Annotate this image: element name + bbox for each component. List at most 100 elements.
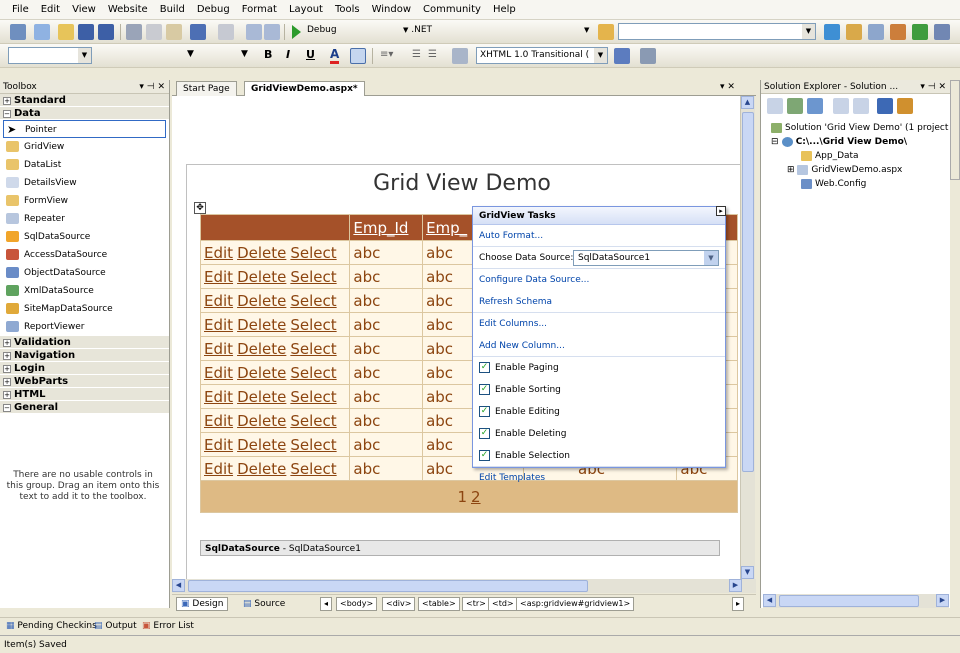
row-select-link[interactable]: Select <box>290 388 336 406</box>
start-page-icon[interactable] <box>912 24 928 40</box>
tree-item-web-config[interactable]: Web.Config <box>801 178 866 190</box>
asp-net-configuration-icon[interactable] <box>897 98 913 114</box>
pager-page-1[interactable]: 1 <box>457 488 467 506</box>
toolbox-group-standard[interactable]: + Standard <box>0 94 169 107</box>
properties-icon[interactable] <box>767 98 783 114</box>
edit-templates-link[interactable]: Edit Templates <box>473 467 725 489</box>
scroll-left-icon[interactable]: ◀ <box>763 594 776 607</box>
hyperlink-icon[interactable] <box>452 48 468 64</box>
save-all-icon[interactable] <box>98 24 114 40</box>
crumb-td[interactable]: <td> <box>488 597 518 611</box>
horizontal-scrollbar[interactable]: ◀ ▶ <box>172 579 756 593</box>
smart-tag-arrow-icon[interactable]: ▸ <box>716 206 726 216</box>
find-combo[interactable]: ▼ <box>618 23 816 40</box>
output-tab[interactable]: ▤ Output <box>92 620 137 634</box>
pager-page-2[interactable]: 2 <box>471 488 481 506</box>
toolbox-group-login[interactable]: + Login <box>0 362 169 375</box>
target-schema-dropdown-icon[interactable]: ▼ <box>78 48 91 63</box>
vertical-scroll-thumb[interactable] <box>742 112 754 472</box>
menu-file[interactable]: File <box>6 4 35 15</box>
toolbox-item-pointer[interactable]: ➤ Pointer <box>3 120 166 138</box>
row-select-link[interactable]: Select <box>290 268 336 286</box>
find-dropdown-icon[interactable]: ▼ <box>802 24 815 39</box>
row-select-link[interactable]: Select <box>290 244 336 262</box>
scroll-right-icon[interactable]: ▶ <box>729 579 742 592</box>
crumb-div[interactable]: <div> <box>382 597 416 611</box>
enable-editing-checkbox[interactable]: ✓ Enable Editing <box>473 401 725 423</box>
tag-nav-left-icon[interactable]: ◂ <box>320 597 333 611</box>
row-delete-link[interactable]: Delete <box>237 292 286 310</box>
source-view-button[interactable]: ▤ Source <box>238 597 290 611</box>
data-source-dropdown-icon[interactable]: ▼ <box>704 251 718 265</box>
view-designer-icon[interactable] <box>853 98 869 114</box>
navigate-backward-icon[interactable] <box>246 24 262 40</box>
add-new-column-link[interactable]: Add New Column... <box>473 335 725 357</box>
row-edit-link[interactable]: Edit <box>204 316 233 334</box>
data-source-select[interactable]: SqlDataSource1 ▼ <box>573 250 719 266</box>
move-handle-icon[interactable]: ✥ <box>194 202 206 214</box>
refresh-schema-link[interactable]: Refresh Schema <box>473 291 725 313</box>
row-edit-link[interactable]: Edit <box>204 364 233 382</box>
open-file-icon[interactable] <box>58 24 74 40</box>
row-select-link[interactable]: Select <box>290 436 336 454</box>
toolbox-group-general[interactable]: − General <box>0 401 169 414</box>
menu-build[interactable]: Build <box>154 4 191 15</box>
enable-sorting-checkbox[interactable]: ✓ Enable Sorting <box>473 379 725 401</box>
toolbox-item-gridview[interactable]: GridView <box>0 138 169 156</box>
solution-node[interactable]: Solution 'Grid View Demo' (1 project <box>771 122 948 134</box>
auto-format-link[interactable]: Auto Format... <box>473 225 725 247</box>
block-format-dropdown[interactable]: ▼ <box>184 47 198 64</box>
check-accessibility-icon[interactable] <box>614 48 630 64</box>
new-project-icon[interactable] <box>10 24 26 40</box>
row-edit-link[interactable]: Edit <box>204 460 233 478</box>
object-browser-icon[interactable] <box>868 24 884 40</box>
toolbox-item-sitemapdatasource[interactable]: SiteMapDataSource <box>0 300 169 318</box>
grid-header-emp-id[interactable]: Emp_Id <box>349 214 424 241</box>
toolbox-item-objectdatasource[interactable]: ObjectDataSource <box>0 264 169 282</box>
toolbox-item-datalist[interactable]: DataList <box>0 156 169 174</box>
row-edit-link[interactable]: Edit <box>204 244 233 262</box>
tree-item-gridviewdemo[interactable]: ⊞ GridViewDemo.aspx <box>787 164 902 176</box>
row-delete-link[interactable]: Delete <box>237 460 286 478</box>
scroll-up-icon[interactable]: ▲ <box>741 96 754 109</box>
horizontal-scroll-thumb[interactable] <box>779 595 919 607</box>
undo-icon[interactable] <box>190 24 206 40</box>
page-title[interactable]: Grid View Demo <box>200 168 724 200</box>
foreground-color-icon[interactable]: A <box>330 47 340 64</box>
background-color-icon[interactable] <box>350 48 366 64</box>
enable-deleting-checkbox[interactable]: ✓ Enable Deleting <box>473 423 725 445</box>
start-debugging-icon[interactable] <box>292 25 301 39</box>
doctype-dropdown-icon[interactable]: ▼ <box>594 48 607 63</box>
row-edit-link[interactable]: Edit <box>204 340 233 358</box>
find-in-files-icon[interactable] <box>598 24 614 40</box>
row-delete-link[interactable]: Delete <box>237 412 286 430</box>
platform-select[interactable]: ▼ .NET <box>400 23 518 40</box>
menu-edit[interactable]: Edit <box>35 4 66 15</box>
tag-nav-right-icon[interactable]: ▸ <box>732 597 745 611</box>
toolbox-item-accessdatasource[interactable]: AccessDataSource <box>0 246 169 264</box>
configure-data-source-link[interactable]: Configure Data Source... <box>473 269 725 291</box>
tab-gridviewdemo[interactable]: GridViewDemo.aspx* <box>244 81 365 96</box>
redo-icon[interactable] <box>218 24 234 40</box>
row-delete-link[interactable]: Delete <box>237 364 286 382</box>
menu-format[interactable]: Format <box>236 4 283 15</box>
menu-window[interactable]: Window <box>366 4 417 15</box>
design-surface[interactable]: Grid View Demo ✥ Emp_Id Emp_ A EditDelet… <box>172 96 742 584</box>
crumb-body[interactable]: <body> <box>336 597 378 611</box>
project-node[interactable]: ⊟ C:\...\Grid View Demo\ <box>771 136 907 148</box>
row-edit-link[interactable]: Edit <box>204 268 233 286</box>
row-select-link[interactable]: Select <box>290 292 336 310</box>
menu-website[interactable]: Website <box>102 4 154 15</box>
row-delete-link[interactable]: Delete <box>237 340 286 358</box>
toolbox-group-data[interactable]: − Data <box>0 107 169 120</box>
menu-layout[interactable]: Layout <box>283 4 329 15</box>
crumb-gridview[interactable]: <asp:gridview#gridview1> <box>516 597 635 611</box>
menu-community[interactable]: Community <box>417 4 487 15</box>
scroll-left-icon[interactable]: ◀ <box>172 579 185 592</box>
crumb-table[interactable]: <table> <box>418 597 460 611</box>
toolbox-empty-note[interactable]: There are no usable controls in this gro… <box>4 470 162 503</box>
solution-explorer-hscrollbar[interactable]: ◀ ▶ <box>763 594 949 608</box>
toolbox-window-controls[interactable]: ▾ ⊣ ✕ <box>139 80 165 94</box>
enable-selection-checkbox[interactable]: ✓ Enable Selection <box>473 445 725 467</box>
tab-start-page[interactable]: Start Page <box>176 81 237 96</box>
